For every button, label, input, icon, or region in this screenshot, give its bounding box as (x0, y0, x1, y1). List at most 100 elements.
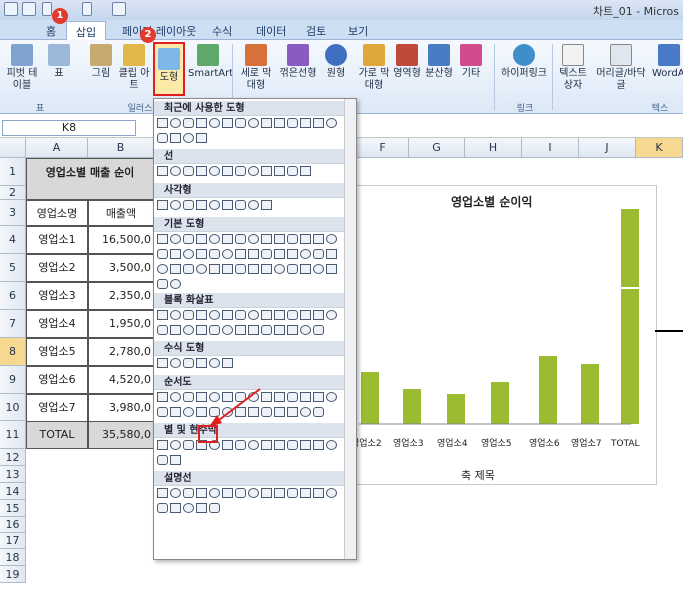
wordart-button[interactable]: WordArt (652, 44, 683, 80)
shape-item[interactable] (196, 325, 207, 335)
shape-item[interactable] (235, 234, 246, 244)
shape-item[interactable] (222, 118, 233, 128)
shape-item[interactable] (196, 166, 207, 176)
name-box[interactable]: K8 (2, 120, 136, 136)
sheet-cell-value[interactable]: 3,500,0 (88, 254, 154, 282)
shape-item[interactable] (326, 310, 337, 320)
shape-item[interactable] (183, 166, 194, 176)
chart-bar[interactable] (539, 356, 557, 424)
shape-item[interactable] (222, 440, 233, 450)
table-button[interactable]: 표 (44, 44, 74, 80)
shape-item[interactable] (235, 440, 246, 450)
shape-item[interactable] (222, 358, 233, 368)
shape-item[interactable] (274, 440, 285, 450)
clipart-button[interactable]: 클립 아트 (118, 44, 150, 92)
shape-item[interactable] (209, 310, 220, 320)
shape-item[interactable] (248, 488, 259, 498)
shape-item[interactable] (209, 264, 220, 274)
row-header[interactable]: 13 (0, 466, 26, 483)
tab-page-layout[interactable]: 페이지 레이아웃 (122, 23, 196, 39)
shape-item[interactable] (274, 264, 285, 274)
shape-item[interactable] (222, 166, 233, 176)
shape-item[interactable] (183, 234, 194, 244)
shape-item[interactable] (183, 440, 194, 450)
row-header[interactable]: 1 (0, 158, 26, 186)
shape-item[interactable] (170, 407, 181, 417)
pie-chart-button[interactable]: 원형 (320, 44, 352, 80)
shape-item[interactable] (196, 118, 207, 128)
shape-item[interactable] (326, 488, 337, 498)
picture-button[interactable]: 그림 (86, 44, 116, 80)
shape-item[interactable] (261, 310, 272, 320)
shape-item[interactable] (196, 488, 207, 498)
column-header-j[interactable]: J (579, 138, 636, 158)
sheet-cell-name[interactable]: 영업소1 (26, 226, 88, 254)
shape-item[interactable] (287, 392, 298, 402)
chart-bar[interactable] (621, 209, 639, 287)
shape-item[interactable] (313, 407, 324, 417)
shape-item[interactable] (274, 407, 285, 417)
shape-item[interactable] (261, 166, 272, 176)
column-header-g[interactable]: G (409, 138, 465, 158)
shape-item[interactable] (313, 234, 324, 244)
shape-item[interactable] (248, 200, 259, 210)
shape-item[interactable] (261, 325, 272, 335)
shape-item[interactable] (196, 200, 207, 210)
tab-data[interactable]: 데이터 (256, 23, 286, 39)
shape-item[interactable] (209, 325, 220, 335)
tab-home[interactable]: 홈 (46, 23, 56, 39)
chart-bar[interactable] (621, 289, 639, 424)
shape-item[interactable] (170, 358, 181, 368)
shape-item[interactable] (235, 200, 246, 210)
shape-item[interactable] (235, 325, 246, 335)
column-header-k[interactable]: K (636, 138, 683, 158)
shapes-gallery[interactable]: 최근에 사용한 도형 선 사각형 기본 도형 블록 화살표 수식 도형 순서도 별 및 현수막… (153, 98, 357, 560)
row-header[interactable]: 6 (0, 282, 26, 310)
shape-item[interactable] (196, 234, 207, 244)
column-header-h[interactable]: H (465, 138, 522, 158)
shape-item[interactable] (313, 488, 324, 498)
sheet-title-cell[interactable]: 영업소별 매출 순이 (26, 158, 154, 200)
redo-icon[interactable] (82, 2, 92, 16)
shape-item[interactable] (170, 503, 181, 513)
tab-formulas[interactable]: 수식 (212, 23, 232, 39)
undo-icon[interactable] (42, 2, 52, 16)
shape-item[interactable] (300, 488, 311, 498)
shape-item[interactable] (170, 118, 181, 128)
shape-item[interactable] (326, 234, 337, 244)
shape-item[interactable] (235, 166, 246, 176)
shape-item[interactable] (170, 455, 181, 465)
shape-item[interactable] (248, 166, 259, 176)
shape-item[interactable] (157, 200, 168, 210)
area-chart-button[interactable]: 영역형 (392, 44, 422, 80)
shape-item[interactable] (157, 249, 168, 259)
shape-item[interactable] (170, 166, 181, 176)
shape-item[interactable] (248, 118, 259, 128)
shape-item[interactable] (209, 358, 220, 368)
shape-item[interactable] (300, 440, 311, 450)
sheet-cell-value[interactable]: 1,950,0 (88, 310, 154, 338)
shape-item[interactable] (157, 503, 168, 513)
sheet-cell-name[interactable]: 영업소7 (26, 394, 88, 422)
shape-item[interactable] (300, 392, 311, 402)
shape-item[interactable] (222, 264, 233, 274)
shape-item[interactable] (261, 118, 272, 128)
shape-item[interactable] (326, 264, 337, 274)
shape-item[interactable] (170, 279, 181, 289)
row-header[interactable]: 7 (0, 310, 26, 338)
bar-chart-button[interactable]: 가로 막대형 (356, 44, 392, 92)
row-header[interactable]: 17 (0, 533, 26, 549)
column-header-i[interactable]: I (522, 138, 579, 158)
shape-item[interactable] (326, 118, 337, 128)
tab-view[interactable]: 보기 (348, 23, 368, 39)
row-header[interactable]: 18 (0, 549, 26, 566)
shape-item[interactable] (170, 325, 181, 335)
column-chart-button[interactable]: 세로 막대형 (238, 44, 274, 92)
shape-item[interactable] (157, 118, 168, 128)
shape-item[interactable] (274, 488, 285, 498)
shape-item[interactable] (157, 455, 168, 465)
shape-item[interactable] (183, 392, 194, 402)
shape-item[interactable] (261, 440, 272, 450)
shape-item[interactable] (157, 358, 168, 368)
column-header-f[interactable]: F (357, 138, 409, 158)
